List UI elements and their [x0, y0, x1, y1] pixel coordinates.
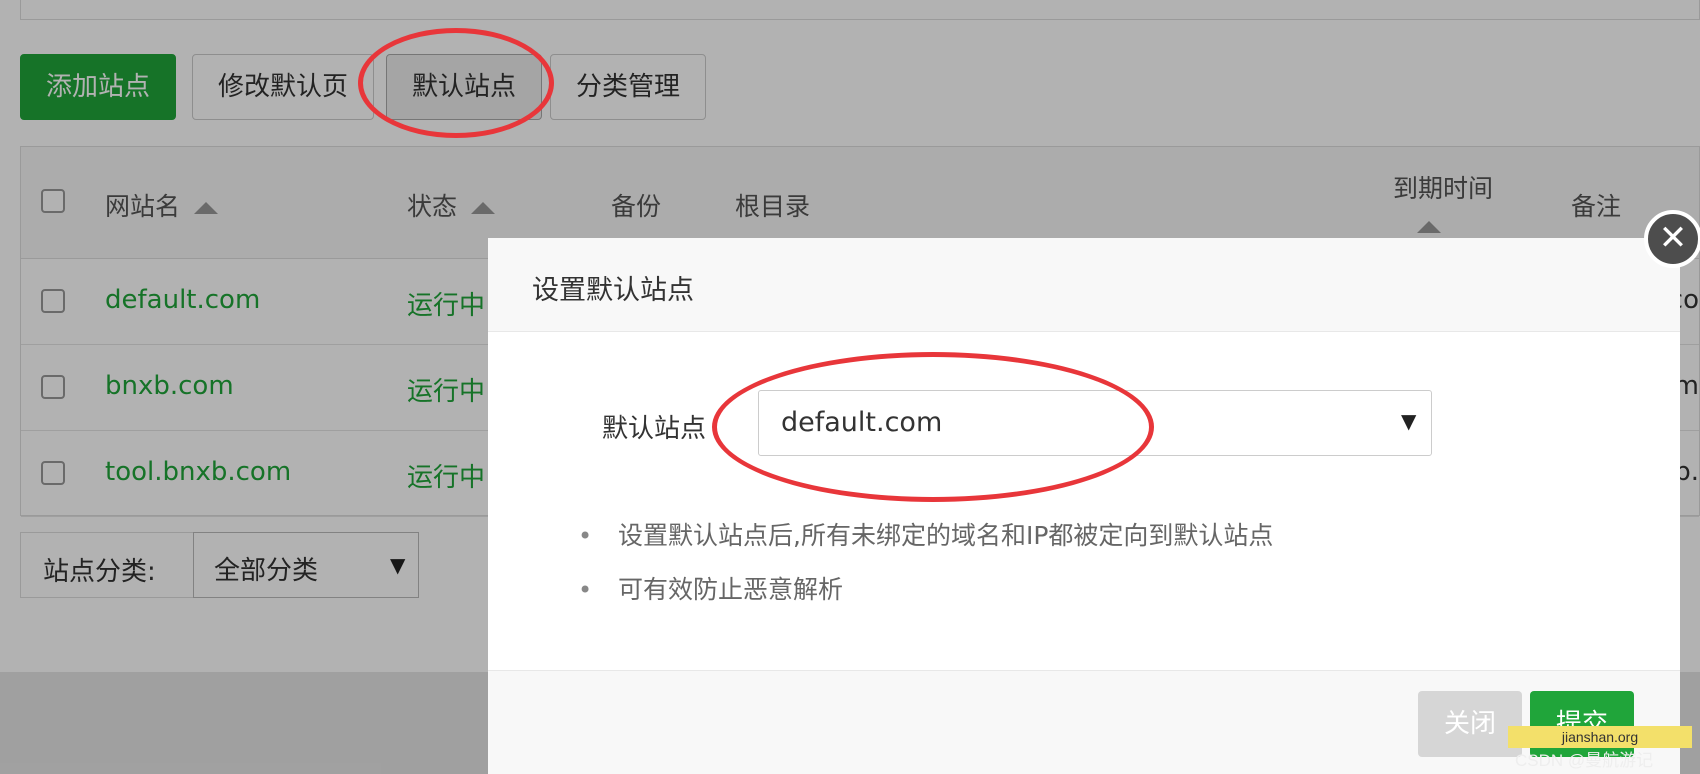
default-site-label: 默认站点: [602, 414, 707, 444]
dialog-header: 设置默认站点: [488, 238, 1680, 332]
annotation-circle: [712, 352, 1154, 502]
dialog-notes: 设置默认站点后,所有未绑定的域名和IP都被定向到默认站点 可有效防止恶意解析: [578, 520, 1273, 628]
close-icon[interactable]: ✕: [1644, 210, 1700, 268]
default-site-dialog: 设置默认站点 默认站点 default.com ▼ 设置默认站点后,所有未绑定的…: [488, 238, 1680, 774]
dialog-footer: 关闭 提交: [488, 670, 1680, 774]
watermark-credit: CSDN @曼航游记: [1515, 751, 1654, 770]
close-button[interactable]: 关闭: [1418, 691, 1522, 757]
annotation-circle: [358, 28, 554, 138]
watermark-site: jianshan.org: [1508, 726, 1692, 748]
dialog-title: 设置默认站点: [532, 275, 694, 306]
note-item: 可有效防止恶意解析: [578, 574, 1273, 628]
note-item: 设置默认站点后,所有未绑定的域名和IP都被定向到默认站点: [578, 520, 1273, 574]
dropdown-arrow-icon: ▼: [1401, 409, 1417, 433]
